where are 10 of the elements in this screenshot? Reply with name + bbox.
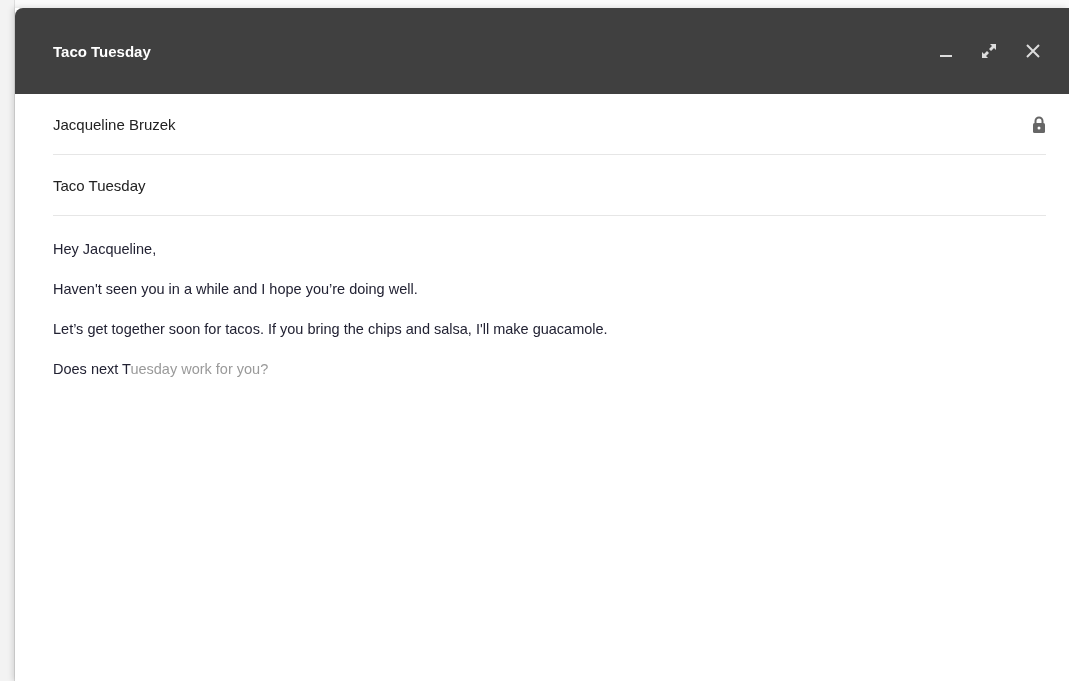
close-icon[interactable] xyxy=(1025,43,1041,59)
message-paragraph: Let’s get together soon for tacos. If you bring the chips and salsa, I'll make guacamole. xyxy=(53,320,609,338)
expand-icon[interactable] xyxy=(981,43,997,59)
recipient-field[interactable]: Jacqueline Bruzek xyxy=(53,115,176,133)
message-paragraph: Haven't seen you in a while and I hope you’re doing well. xyxy=(53,280,419,298)
window-title: Taco Tuesday xyxy=(53,42,152,60)
message-body-field[interactable]: Hey Jacqueline, Haven't seen you in a while and I hope you’re doing well. Let’s get together soon for tacos. If you bring the chips and salsa, I'll make guacamole. Does next Tuesday work for you? xyxy=(15,216,1069,681)
message-line-with-suggestion: Does next Tuesday work for you? xyxy=(53,360,270,378)
message-paragraph: Hey Jacqueline, xyxy=(53,240,158,258)
subject-field[interactable]: Taco Tuesday xyxy=(53,176,146,194)
